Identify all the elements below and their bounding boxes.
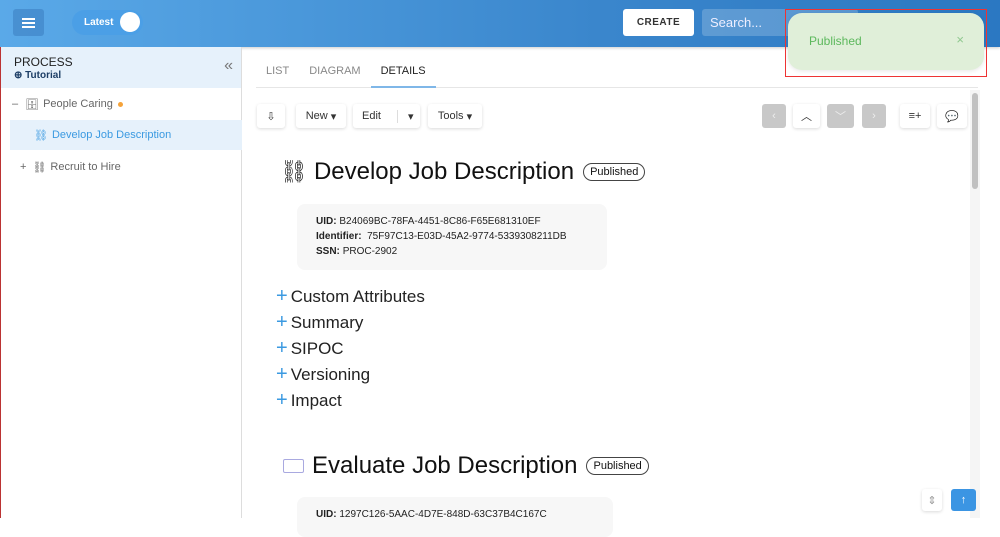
scroll-top-button[interactable]: ↑ bbox=[951, 489, 976, 511]
chevron-right-icon: › bbox=[872, 110, 876, 122]
status-badge: Published bbox=[586, 457, 649, 475]
new-dropdown[interactable]: New ▾ bbox=[296, 104, 346, 128]
sidebar-subtitle[interactable]: ⊕ Tutorial bbox=[14, 70, 61, 81]
tab-details[interactable]: DETAILS bbox=[370, 58, 436, 88]
tab-list[interactable]: LIST bbox=[256, 58, 299, 88]
tools-dropdown[interactable]: Tools ▾ bbox=[428, 104, 482, 128]
uid-value: 1297C126-5AAC-4D7E-848D-63C37B4C167C bbox=[339, 509, 547, 520]
new-label: New bbox=[305, 110, 328, 122]
create-button[interactable]: CREATE bbox=[623, 9, 694, 36]
edit-label[interactable]: Edit bbox=[362, 110, 381, 122]
playlist-add-icon: ≡+ bbox=[908, 110, 922, 122]
activity-box-icon bbox=[283, 459, 304, 473]
identifier-label: Identifier: bbox=[316, 231, 362, 242]
process-icon: ⛓ bbox=[32, 161, 47, 174]
tree-item-label: Develop Job Description bbox=[51, 129, 172, 141]
edit-button-group[interactable]: Edit ▾ bbox=[353, 104, 420, 128]
tab-diagram[interactable]: DIAGRAM bbox=[299, 58, 370, 88]
ssn-label: SSN: bbox=[316, 246, 340, 257]
briefcase-icon: 🗄 bbox=[25, 98, 40, 111]
next-button[interactable]: › bbox=[862, 104, 886, 128]
tree-item-recruit-to-hire[interactable]: + ⛓ Recruit to Hire bbox=[20, 152, 121, 182]
scrollbar-thumb[interactable] bbox=[972, 93, 978, 189]
up-button[interactable]: ︿ bbox=[793, 104, 820, 128]
comments-button[interactable]: 💬 bbox=[937, 104, 967, 128]
version-label: Latest bbox=[84, 17, 114, 28]
sidebar-header: PROCESS ⊕ Tutorial « bbox=[1, 47, 241, 88]
process-title-text: Evaluate Job Description bbox=[312, 452, 578, 479]
collapse-sidebar-icon[interactable]: « bbox=[224, 57, 233, 75]
section-impact[interactable]: + Impact bbox=[276, 389, 342, 412]
chevron-down-icon: ﹀ bbox=[835, 111, 846, 123]
plus-icon: + bbox=[276, 337, 288, 359]
section-label: Versioning bbox=[290, 365, 371, 384]
plus-icon: + bbox=[276, 389, 288, 411]
status-dot bbox=[117, 101, 123, 107]
expand-toggle-icon[interactable]: + bbox=[20, 161, 26, 173]
tools-label: Tools bbox=[437, 110, 464, 122]
view-tabs: LIST DIAGRAM DETAILS bbox=[256, 58, 978, 88]
hamburger-icon bbox=[22, 21, 35, 24]
plus-icon: + bbox=[276, 363, 288, 385]
section-summary[interactable]: + Summary bbox=[276, 311, 363, 334]
version-toggle[interactable]: Latest bbox=[72, 10, 143, 35]
section-label: Impact bbox=[290, 391, 342, 410]
comments-icon: 💬 bbox=[945, 110, 959, 123]
uid-label: UID: bbox=[316, 509, 337, 520]
add-to-list-button[interactable]: ≡+ bbox=[900, 104, 930, 128]
status-badge: Published bbox=[583, 163, 646, 181]
tree-item-develop-job-description[interactable]: ⛓ Develop Job Description bbox=[10, 120, 242, 150]
process-icon: ⛓ bbox=[280, 159, 308, 184]
down-button[interactable]: ﹀ bbox=[827, 104, 854, 128]
subtitle-text: Tutorial bbox=[25, 70, 62, 81]
section-custom-attributes[interactable]: + Custom Attributes bbox=[276, 285, 425, 308]
tree-item-label: Recruit to Hire bbox=[50, 161, 121, 173]
toast-message: Published bbox=[809, 34, 862, 48]
file-download-icon: ⇩ bbox=[266, 110, 276, 123]
prev-button[interactable]: ‹ bbox=[762, 104, 786, 128]
uid-value: B24069BC-78FA-4451-8C86-F65E681310EF bbox=[339, 216, 541, 227]
collapse-toggle-icon[interactable]: – bbox=[12, 98, 18, 110]
section-sipoc[interactable]: + SIPOC bbox=[276, 337, 344, 360]
unfold-icon: ⇕ bbox=[927, 494, 937, 507]
globe-icon: ⊕ bbox=[14, 70, 26, 81]
process-icon: ⛓ bbox=[34, 129, 48, 142]
ssn-value: PROC-2902 bbox=[342, 246, 398, 257]
arrow-up-icon: ↑ bbox=[960, 494, 967, 506]
sidebar: PROCESS ⊕ Tutorial « – 🗄 People Caring ⛓… bbox=[0, 47, 242, 518]
export-button[interactable]: ⇩ bbox=[257, 104, 285, 128]
close-icon[interactable]: × bbox=[956, 32, 964, 47]
section-label: Summary bbox=[290, 313, 364, 332]
tree-item-people-caring[interactable]: – 🗄 People Caring bbox=[12, 89, 123, 119]
content-scrollbar[interactable] bbox=[970, 90, 980, 518]
uid-label: UID: bbox=[316, 216, 337, 227]
process-title: Evaluate Job Description Published bbox=[283, 452, 649, 480]
tree-item-label: People Caring bbox=[43, 98, 113, 110]
chevron-left-icon: ‹ bbox=[772, 110, 776, 122]
section-label: SIPOC bbox=[290, 339, 344, 358]
process-info-card: UID: 1297C126-5AAC-4D7E-848D-63C37B4C167… bbox=[297, 497, 613, 537]
caret-down-icon[interactable]: ▾ bbox=[396, 109, 414, 123]
menu-button[interactable] bbox=[13, 9, 44, 36]
identifier-value: 75F97C13-E03D-45A2-9774-5339308211DB bbox=[367, 231, 567, 242]
toggle-knob bbox=[120, 12, 140, 32]
process-title: ⛓ Develop Job Description Published bbox=[280, 158, 646, 186]
process-title-text: Develop Job Description bbox=[313, 158, 575, 185]
chevron-up-icon: ︿ bbox=[801, 111, 812, 123]
plus-icon: + bbox=[276, 285, 288, 307]
section-versioning[interactable]: + Versioning bbox=[276, 363, 370, 386]
section-label: Custom Attributes bbox=[290, 287, 425, 306]
expand-collapse-button[interactable]: ⇕ bbox=[922, 489, 942, 511]
plus-icon: + bbox=[276, 311, 288, 333]
sidebar-title: PROCESS bbox=[14, 55, 73, 69]
process-info-card: UID: B24069BC-78FA-4451-8C86-F65E681310E… bbox=[297, 204, 607, 270]
